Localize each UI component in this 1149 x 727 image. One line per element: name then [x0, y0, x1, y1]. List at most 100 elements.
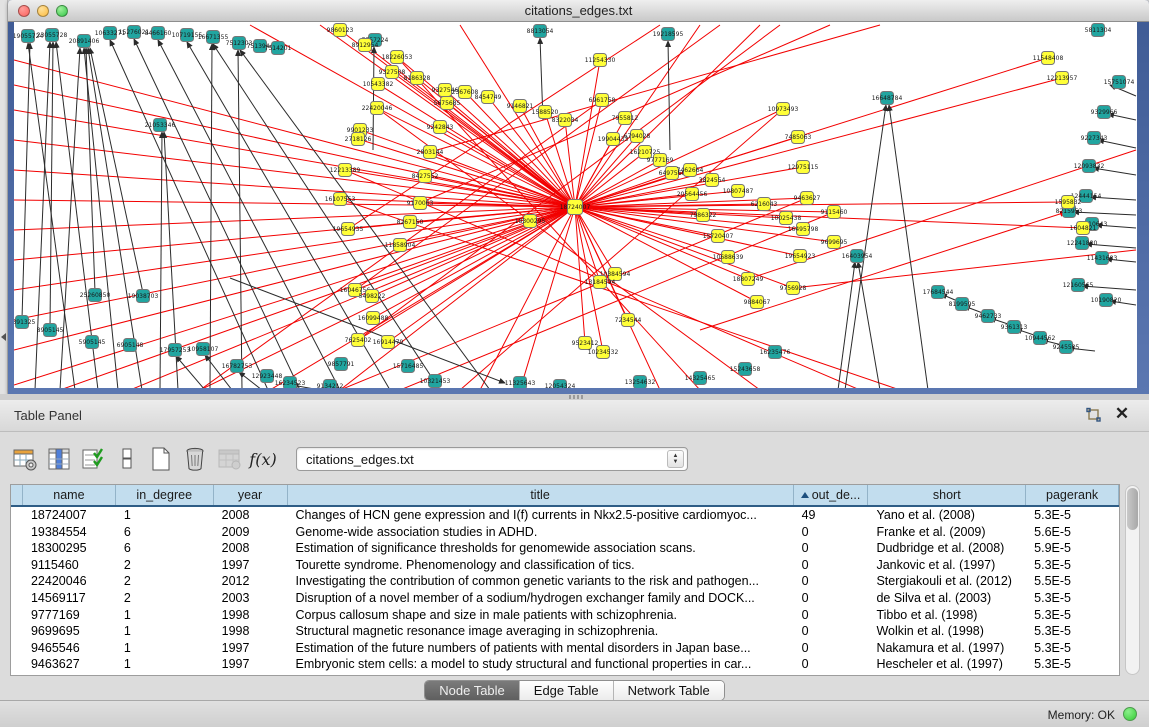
table-row[interactable]: 1456911722003Disruption of a novel membe… [11, 590, 1119, 607]
cited-node[interactable]: 9523412 [572, 337, 599, 350]
citing-node[interactable]: 15751074 [1104, 76, 1135, 89]
citing-node[interactable]: 9857791 [328, 358, 355, 371]
cited-node[interactable]: 11254330 [585, 54, 616, 67]
cited-node[interactable]: 8454749 [475, 91, 502, 104]
citing-node[interactable]: 9245505 [1053, 341, 1080, 354]
cited-node[interactable]: 10688639 [713, 251, 744, 264]
column-header-name[interactable]: name [23, 485, 116, 505]
citing-node[interactable]: 11325643 [505, 377, 536, 389]
table-row[interactable]: 1830029562008Estimation of significance … [11, 540, 1119, 557]
citation-edge-red[interactable] [575, 207, 748, 279]
show-columns-icon[interactable] [42, 442, 76, 476]
citing-node[interactable]: 9134212 [317, 380, 344, 389]
table-scrollbar[interactable] [1125, 485, 1140, 675]
column-header-pagerank[interactable]: pagerank [1026, 485, 1119, 505]
tab-edge-table[interactable]: Edge Table [520, 681, 614, 700]
table-row[interactable]: 911546021997Tourette syndrome. Phenomeno… [11, 557, 1119, 574]
table-row[interactable]: 2242004622012Investigating the contribut… [11, 573, 1119, 590]
citing-node[interactable]: 25260850 [80, 289, 111, 302]
citing-node[interactable]: 8905145 [37, 324, 64, 337]
citation-edge-red[interactable] [14, 60, 575, 207]
cited-node[interactable]: 9463627 [794, 192, 821, 205]
column-header-title[interactable]: title [288, 485, 794, 505]
cited-node[interactable]: 2803144 [417, 146, 444, 159]
cited-node[interactable]: 10234532 [588, 346, 619, 359]
citation-edge-black[interactable] [158, 40, 340, 388]
citing-node[interactable]: 21053346 [145, 119, 176, 132]
citation-edge-black[interactable] [845, 105, 886, 388]
cited-node[interactable]: 7955812 [612, 112, 639, 125]
network-table-select[interactable]: citations_edges.txt ▲▼ [296, 447, 688, 471]
citing-node[interactable]: 6905148 [117, 339, 144, 352]
citation-edge-black[interactable] [838, 262, 855, 388]
citing-node[interactable]: 11431683 [1087, 252, 1118, 265]
citing-node[interactable]: 8813054 [527, 25, 554, 38]
cited-node[interactable]: 7485063 [785, 131, 812, 144]
select-rows-icon[interactable] [76, 442, 110, 476]
cited-node[interactable]: 19654923 [785, 250, 816, 263]
table-row[interactable]: 969969511998Structural magnetic resonanc… [11, 623, 1119, 640]
cited-node[interactable]: 9242843 [427, 121, 454, 134]
table-row[interactable]: 977716911998Corpus callosum shape and si… [11, 607, 1119, 624]
citation-edge-red[interactable] [14, 207, 575, 350]
new-table-icon[interactable] [144, 442, 178, 476]
citing-node[interactable]: 10190820 [1091, 294, 1122, 307]
memory-status-icon[interactable] [1123, 707, 1137, 721]
row-height-icon[interactable] [110, 442, 144, 476]
cited-node[interactable]: 16495798 [788, 223, 819, 236]
splitter-grip-icon[interactable] [569, 395, 583, 399]
table-row[interactable]: 1938455462009Genome-wide association stu… [11, 524, 1119, 541]
cited-node[interactable]: 7625402 [345, 334, 372, 347]
citation-edge-red[interactable] [14, 140, 575, 207]
citation-edge-black[interactable] [1073, 212, 1136, 215]
collapse-arrow-icon[interactable] [1, 333, 6, 341]
citing-node[interactable]: 19218595 [653, 28, 684, 41]
tab-network-table[interactable]: Network Table [614, 681, 724, 700]
cited-node[interactable]: 7986322 [690, 209, 717, 222]
citation-edge-red[interactable] [575, 207, 585, 343]
table-scrollbar-thumb[interactable] [1127, 488, 1138, 530]
citing-node[interactable]: 15243658 [730, 363, 761, 376]
control-panel-strip[interactable] [0, 0, 8, 400]
citation-edge-black[interactable] [889, 105, 928, 388]
citing-node[interactable]: 12241880 [1067, 237, 1098, 250]
citing-node[interactable]: 13254632 [625, 376, 656, 389]
table-row[interactable]: 1872400712008Changes of HCN gene express… [11, 507, 1119, 524]
network-window-titlebar[interactable]: citations_edges.txt [8, 0, 1149, 22]
cited-node[interactable]: 16099488 [358, 312, 389, 325]
citation-edge-black[interactable] [22, 43, 30, 319]
citation-edge-red[interactable] [430, 25, 880, 152]
cited-node[interactable]: 11548408 [1033, 52, 1064, 65]
cited-node[interactable]: 8186328 [404, 72, 431, 85]
network-canvas[interactable]: 1905572423055728208914061063327115276021… [14, 22, 1137, 388]
citation-edge-black[interactable] [238, 50, 242, 388]
close-panel-icon[interactable]: ✕ [1113, 405, 1131, 423]
cited-node[interactable]: 9756928 [780, 282, 807, 295]
citing-node[interactable]: 16403954 [842, 250, 873, 263]
cited-node[interactable]: 7234544 [615, 314, 642, 327]
cited-node[interactable]: 20564456 [677, 188, 708, 201]
cited-node[interactable]: 12975115 [788, 161, 819, 174]
tab-node-table[interactable]: Node Table [425, 681, 520, 700]
citation-edge-red[interactable] [575, 78, 1062, 207]
column-header-short[interactable]: short [868, 485, 1026, 505]
citing-node[interactable]: 9391325 [14, 316, 36, 329]
table-settings-icon[interactable] [8, 442, 42, 476]
table-row[interactable]: 946554611997Estimation of the future num… [11, 640, 1119, 657]
citing-node[interactable]: 15716485 [393, 360, 424, 373]
cited-node[interactable]: 2718126 [345, 133, 372, 146]
citing-node[interactable]: 12093832 [1074, 160, 1105, 173]
cited-node[interactable]: 9699695 [821, 236, 848, 249]
cited-node[interactable]: 8427552 [412, 170, 439, 183]
citing-node[interactable]: 16671355 [198, 31, 229, 44]
citing-node[interactable]: 9329966 [1091, 106, 1118, 119]
cited-node[interactable]: 10543382 [363, 78, 394, 91]
delete-table-icon[interactable] [178, 442, 212, 476]
citing-node[interactable]: 14325465 [685, 372, 716, 385]
column-header-out_de[interactable]: out_de... [794, 485, 869, 505]
citing-node[interactable]: 5905145 [79, 336, 106, 349]
citation-edge-red[interactable] [700, 212, 1066, 330]
citing-node[interactable]: 10958107 [188, 343, 219, 356]
cited-node[interactable]: 10807487 [723, 185, 754, 198]
citing-node[interactable]: 16235476 [760, 346, 791, 359]
